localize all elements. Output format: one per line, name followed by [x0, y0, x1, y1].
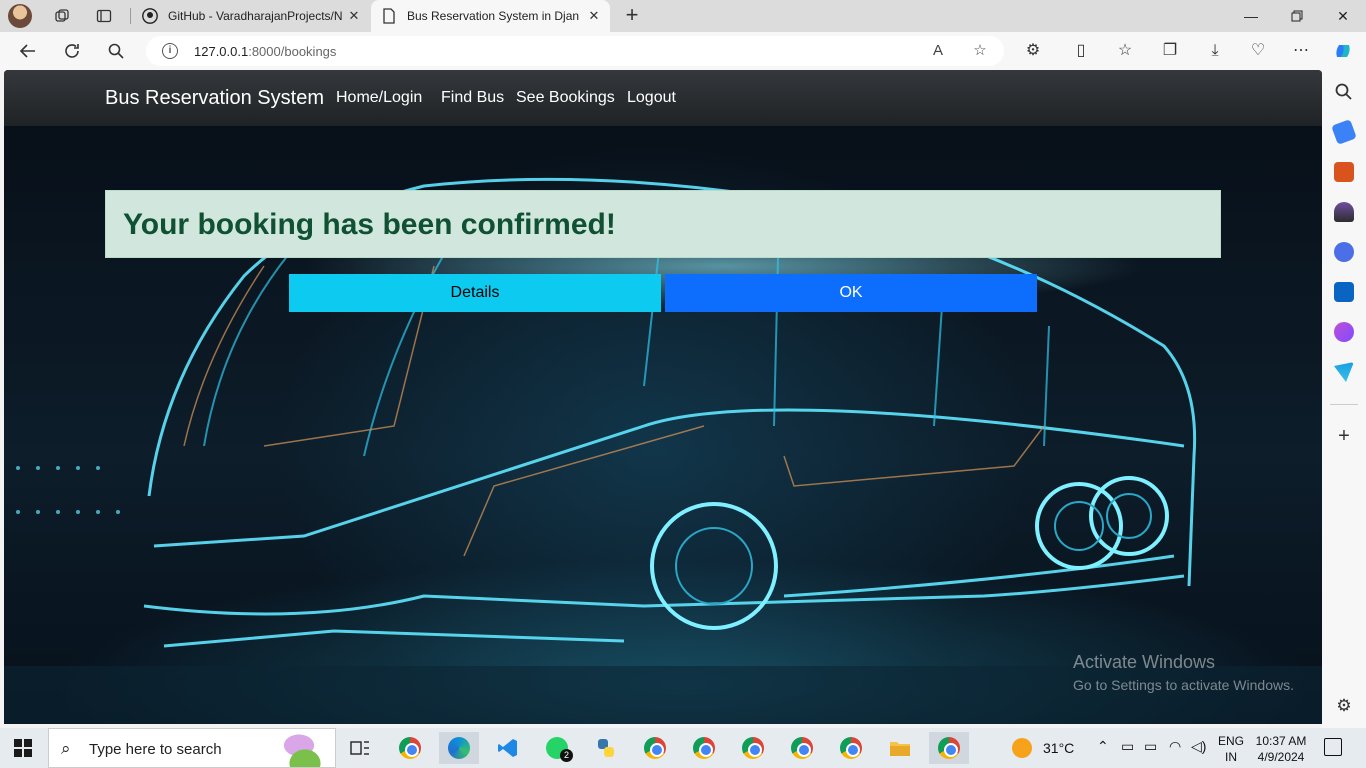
- browser-tab-strip: GitHub - VaradharajanProjects/N ✕ Bus Re…: [0, 0, 1366, 32]
- taskbar-edge-icon[interactable]: [439, 732, 479, 764]
- sidebar-settings-icon[interactable]: ⚙: [1334, 696, 1354, 716]
- search-icon[interactable]: [104, 39, 128, 63]
- tab-bus-reservation[interactable]: Bus Reservation System in Djang ✕: [371, 0, 610, 32]
- profile-avatar[interactable]: [8, 4, 32, 28]
- sidebar-add-icon[interactable]: +: [1334, 426, 1354, 446]
- taskbar-chrome-profile-3[interactable]: [733, 732, 773, 764]
- task-view-icon[interactable]: [340, 732, 380, 764]
- site-info-icon[interactable]: i: [162, 43, 178, 59]
- minimize-button[interactable]: —: [1228, 0, 1274, 32]
- volume-icon[interactable]: ◁): [1191, 738, 1206, 755]
- windows-start-icon[interactable]: [14, 739, 32, 757]
- browser-essentials-icon[interactable]: ♡: [1248, 41, 1268, 61]
- site-navbar: Bus Reservation System Home/Login Find B…: [4, 70, 1322, 126]
- more-menu-icon[interactable]: ⋯: [1291, 41, 1311, 61]
- nav-link-logout[interactable]: Logout: [627, 89, 676, 107]
- split-screen-icon[interactable]: ▯: [1071, 41, 1091, 61]
- nav-link-home-login[interactable]: Home/Login: [336, 89, 422, 107]
- taskbar-chrome-profile-2[interactable]: [684, 732, 724, 764]
- taskbar-whatsapp-icon[interactable]: 2: [537, 732, 577, 764]
- clock-time: 10:37 AM: [1255, 734, 1307, 748]
- sidebar-search-icon[interactable]: [1334, 82, 1354, 102]
- taskbar-chrome-icon[interactable]: [390, 732, 430, 764]
- search-highlight-image: [269, 731, 329, 767]
- url-path: :8000/bookings: [248, 44, 337, 59]
- show-hidden-icons-chevron-icon[interactable]: ⌃: [1097, 738, 1109, 755]
- sidebar-microsoft365-icon[interactable]: [1334, 242, 1354, 262]
- wifi-icon[interactable]: ◠: [1169, 738, 1181, 755]
- close-tab-icon[interactable]: ✕: [586, 8, 602, 24]
- ok-button[interactable]: OK: [665, 274, 1037, 312]
- new-tab-button[interactable]: +: [620, 4, 644, 28]
- temperature: 31°C: [1043, 740, 1075, 756]
- address-bar[interactable]: i 127.0.0.1:8000/bookings A ☆: [146, 36, 1004, 66]
- navbar-brand[interactable]: Bus Reservation System: [105, 87, 324, 110]
- search-icon: ⌕: [61, 739, 71, 758]
- whatsapp-notification-badge: 2: [560, 749, 573, 762]
- sidebar-separator: [1330, 404, 1358, 405]
- tab-title: Bus Reservation System in Djang: [407, 9, 579, 23]
- taskbar-search-box[interactable]: ⌕ Type here to search: [48, 728, 336, 768]
- taskbar-vscode-icon[interactable]: [488, 732, 528, 764]
- battery-icon[interactable]: ▭: [1144, 738, 1157, 755]
- favorites-icon[interactable]: ☆: [1115, 41, 1135, 61]
- back-arrow-icon[interactable]: [16, 39, 40, 63]
- meet-now-icon[interactable]: ▭: [1121, 738, 1134, 755]
- sidebar-shopping-icon[interactable]: [1331, 119, 1357, 145]
- close-tab-icon[interactable]: ✕: [346, 8, 362, 24]
- nav-link-see-bookings[interactable]: See Bookings: [516, 89, 615, 107]
- taskbar-chrome-profile-4[interactable]: [782, 732, 822, 764]
- taskbar-file-explorer-icon[interactable]: [880, 732, 920, 764]
- region-code: IN: [1225, 750, 1237, 764]
- workspaces-icon[interactable]: [52, 6, 72, 26]
- sidebar-designer-icon[interactable]: [1334, 322, 1354, 342]
- browser-toolbar: i 127.0.0.1:8000/bookings A ☆ ⚙ ▯ ☆ ❐ ⤓ …: [0, 32, 1366, 70]
- sun-icon: [1012, 738, 1032, 758]
- github-icon: [142, 8, 158, 24]
- sidebar-outlook-icon[interactable]: [1334, 282, 1354, 302]
- taskbar-chrome-active[interactable]: [929, 732, 969, 764]
- collections-icon[interactable]: ❐: [1160, 41, 1180, 61]
- activate-windows-watermark: Activate Windows Go to Settings to activ…: [1073, 652, 1294, 693]
- favorite-star-icon[interactable]: ☆: [970, 41, 990, 61]
- alert-message: Your booking has been confirmed!: [123, 208, 616, 241]
- language-code: ENG: [1218, 734, 1245, 748]
- url-host: 127.0.0.1: [194, 44, 249, 59]
- page-icon: [381, 8, 397, 24]
- edge-sidebar: + ⚙: [1322, 70, 1366, 728]
- watermark-subtitle: Go to Settings to activate Windows.: [1073, 677, 1294, 693]
- nav-link-find-bus[interactable]: Find Bus: [441, 89, 504, 107]
- refresh-icon[interactable]: [60, 39, 84, 63]
- input-language[interactable]: ENG IN: [1218, 733, 1244, 765]
- close-window-button[interactable]: ✕: [1320, 0, 1366, 32]
- clock-date: 4/9/2024: [1257, 750, 1305, 764]
- restore-button[interactable]: [1274, 0, 1320, 32]
- url-text[interactable]: 127.0.0.1:8000/bookings: [194, 44, 336, 59]
- taskbar-python-icon[interactable]: [586, 732, 626, 764]
- watermark-title: Activate Windows: [1073, 652, 1216, 672]
- windows-taskbar: ⌕ Type here to search 2 31°C ⌃ ▭ ▭ ◠ ◁) …: [0, 728, 1366, 768]
- taskbar-chrome-profile-5[interactable]: [831, 732, 871, 764]
- taskbar-clock[interactable]: 10:37 AM 4/9/2024: [1254, 733, 1308, 765]
- page-viewport: Bus Reservation System Home/Login Find B…: [4, 70, 1322, 724]
- booking-confirmed-alert: Your booking has been confirmed!: [105, 190, 1221, 258]
- details-button[interactable]: Details: [289, 274, 661, 312]
- tab-separator: [130, 8, 131, 24]
- search-placeholder: Type here to search: [89, 741, 222, 758]
- sidebar-drop-icon[interactable]: [1334, 362, 1354, 382]
- weather-widget[interactable]: 31°C: [1012, 738, 1074, 758]
- tab-github[interactable]: GitHub - VaradharajanProjects/N ✕: [134, 0, 370, 32]
- sidebar-tools-icon[interactable]: [1334, 162, 1354, 182]
- notification-center-icon[interactable]: [1324, 738, 1342, 756]
- extensions-icon[interactable]: ⚙: [1023, 41, 1043, 61]
- copilot-icon[interactable]: [1333, 41, 1353, 61]
- tab-actions-icon[interactable]: [94, 6, 114, 26]
- taskbar-chrome-profile-1[interactable]: [635, 732, 675, 764]
- tab-title: GitHub - VaradharajanProjects/N: [168, 9, 343, 23]
- downloads-icon[interactable]: ⤓: [1205, 41, 1225, 61]
- read-aloud-icon[interactable]: A: [928, 41, 948, 61]
- sidebar-games-icon[interactable]: [1334, 202, 1354, 222]
